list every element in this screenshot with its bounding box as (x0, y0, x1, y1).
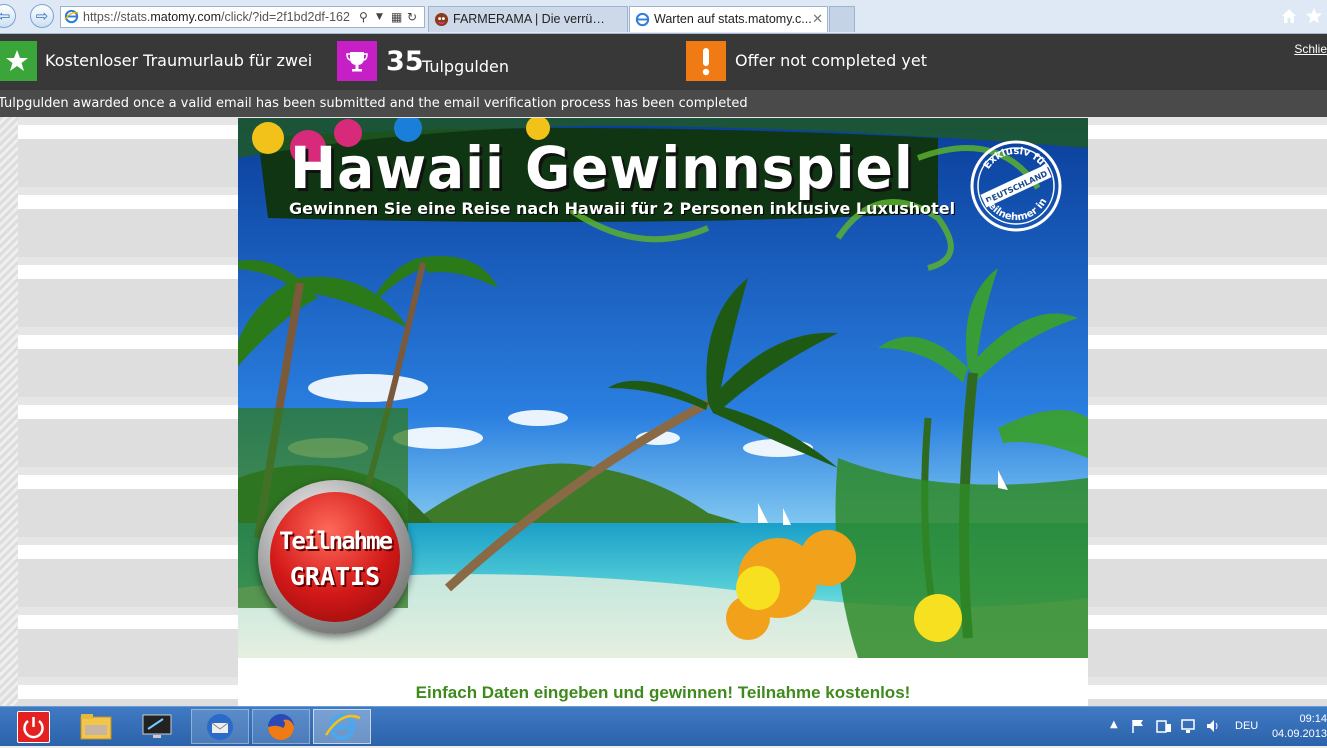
banner-subtitle: Gewinnen Sie eine Reise nach Hawaii für … (289, 199, 956, 218)
address-url: https://stats.matomy.com/click/?id=2f1bd… (83, 7, 355, 27)
tagline: Einfach Daten eingeben und gewinnen! Tei… (415, 683, 911, 702)
firefox-icon (268, 714, 294, 740)
taskbar-internet-explorer[interactable] (313, 709, 371, 744)
teilnahme-gratis-button[interactable]: Teilnahme GRATIS (258, 480, 412, 634)
taskbar-remote-desktop[interactable] (128, 709, 186, 744)
points-unit: Tulpgulden (422, 57, 509, 76)
ie-favicon-icon (635, 12, 650, 27)
power-icon (23, 717, 44, 739)
close-tab-icon[interactable]: ✕ (812, 7, 823, 31)
cta-line1: Teilnahme (278, 527, 393, 555)
folder-icon (80, 714, 112, 740)
cta-line2: GRATIS (289, 562, 381, 591)
internet-explorer-icon (324, 714, 361, 740)
favorites-star-icon[interactable] (1304, 6, 1324, 26)
compat-view-icon[interactable]: ▦ (391, 7, 402, 27)
status-alert-badge (686, 41, 726, 81)
svg-text:Teilnehmer in: Teilnehmer in (983, 197, 1050, 224)
tab-matomy[interactable]: Warten auf stats.matomy.c... ✕ (629, 6, 828, 32)
offer-status: Offer not completed yet (735, 51, 927, 70)
forward-arrow-icon: ⇨ (35, 7, 49, 25)
url-domain: matomy.com (150, 10, 222, 24)
banner-title: Hawaii Gewinnspiel (290, 134, 914, 202)
action-center-flag-icon[interactable] (1130, 718, 1146, 734)
tab-farmerama[interactable]: FARMERAMA | Die verrücktest... (428, 6, 628, 32)
star-icon (6, 50, 28, 71)
stamp-bottom-text: Teilnehmer in (983, 197, 1050, 224)
search-icon[interactable]: ⚲ (359, 7, 368, 27)
clock-date: 04.09.2013 (1271, 728, 1327, 740)
back-arrow-icon: ⇦ (0, 7, 11, 25)
clock-time: 09:14 (1299, 713, 1327, 725)
info-bar: Tulpgulden awarded once a valid email ha… (0, 90, 1327, 117)
url-prefix: https://stats. (83, 10, 151, 24)
network-icon[interactable] (1180, 718, 1198, 734)
system-clock[interactable]: 09:14 04.09.2013 (1270, 712, 1327, 742)
offer-title: Kostenloser Traumurlaub für zwei (45, 51, 313, 70)
exclamation-icon (702, 48, 710, 76)
exklusiv-deutschland-stamp: Exklusiv für DEUTSCHLAND Teilnehmer in (970, 140, 1062, 232)
tray-expand-icon[interactable]: ▲ (1110, 719, 1118, 730)
cta-red-disc: Teilnahme GRATIS (270, 492, 400, 622)
ie-page-icon (64, 9, 79, 24)
points-value: 35 (386, 46, 424, 77)
language-indicator[interactable]: DEU (1235, 720, 1258, 732)
devices-icon[interactable] (1155, 718, 1173, 734)
refresh-icon[interactable]: ↻ (407, 7, 417, 27)
taskbar-explorer[interactable] (67, 709, 125, 744)
power-button[interactable] (17, 711, 50, 743)
tab-label: FARMERAMA | Die verrücktest... (453, 12, 611, 26)
monitor-icon (142, 714, 172, 738)
points-trophy-badge (337, 41, 377, 81)
browser-chrome: ⇦ ⇨ https://stats.matomy.com/click/?id=2… (0, 0, 1327, 34)
home-icon[interactable] (1279, 6, 1299, 26)
form-intro-section: Einfach Daten eingeben und gewinnen! Tei… (238, 658, 1088, 707)
taskbar-thunderbird[interactable] (191, 709, 249, 744)
url-path: /click/?id=2f1bd2df-162 (221, 10, 350, 24)
forward-button[interactable]: ⇨ (30, 4, 54, 28)
offer-star-badge (0, 41, 37, 81)
address-bar[interactable]: https://stats.matomy.com/click/?id=2f1bd… (60, 6, 425, 28)
windows-taskbar: ▲ DEU 09:14 04.09.2013 (0, 706, 1327, 746)
tab-label: Warten auf stats.matomy.c... (654, 12, 812, 26)
back-button[interactable]: ⇦ (0, 4, 16, 28)
thunderbird-icon (207, 714, 233, 740)
stamp-badge-icon: Exklusiv für DEUTSCHLAND Teilnehmer in (970, 140, 1062, 232)
taskbar-firefox[interactable] (252, 709, 310, 744)
award-info-text: Tulpgulden awarded once a valid email ha… (0, 96, 748, 111)
offer-bar: Kostenloser Traumurlaub für zwei 35 Tulp… (0, 34, 1327, 90)
new-tab-button[interactable] (829, 6, 855, 32)
trophy-icon (346, 52, 368, 72)
close-link[interactable]: Schlie (1294, 42, 1327, 56)
dropdown-arrow-icon[interactable]: ▼ (376, 7, 383, 27)
farmerama-favicon-icon (434, 12, 449, 27)
volume-icon[interactable] (1205, 718, 1221, 734)
